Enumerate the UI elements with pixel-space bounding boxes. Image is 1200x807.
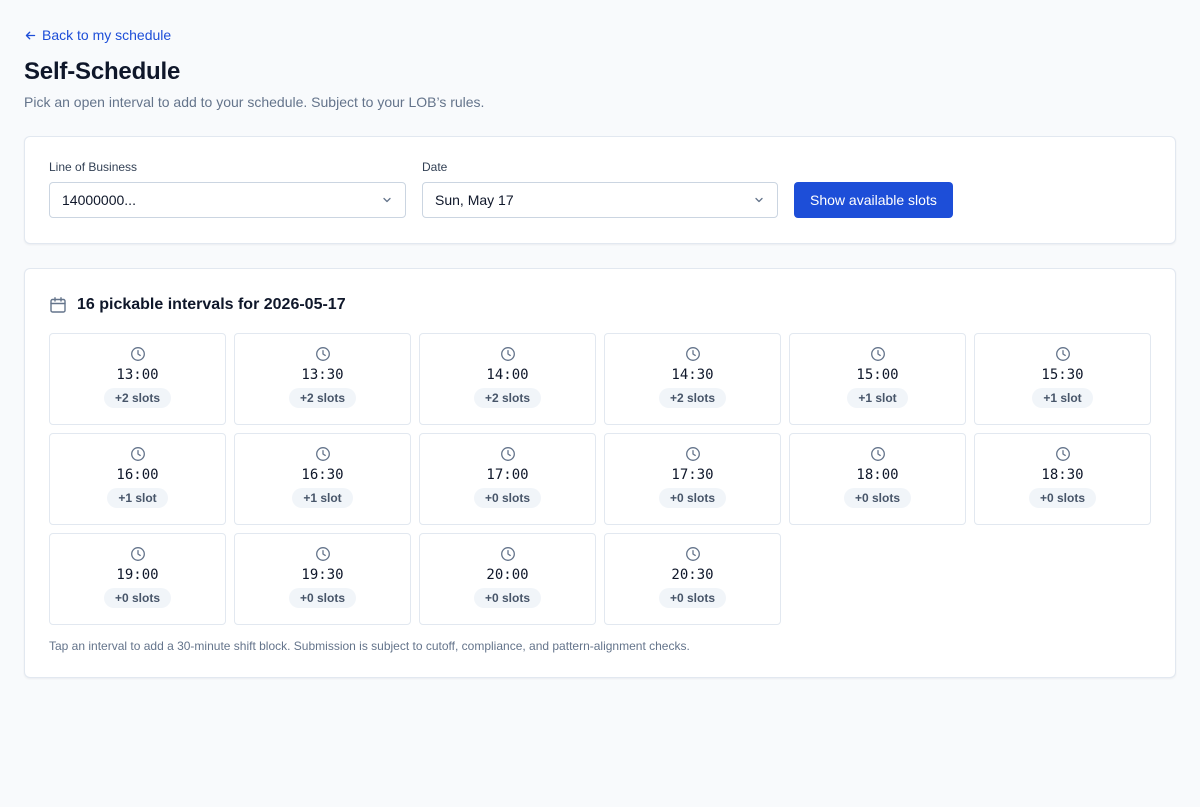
date-label: Date — [422, 159, 448, 174]
interval-grid: 13:00 +2 slots 13:30 +2 slots 14:00 +2 slots 1… — [49, 332, 1151, 625]
interval-time: 13:00 — [116, 366, 159, 383]
interval-slots-badge: +1 slot — [107, 487, 168, 508]
interval-tile[interactable]: 17:00 +0 slots — [419, 432, 596, 525]
back-to-schedule-link[interactable]: Back to my schedule — [24, 26, 171, 44]
clock-icon — [315, 446, 330, 461]
interval-slots-badge: +2 slots — [658, 387, 727, 408]
interval-tile[interactable]: 15:00 +1 slot — [789, 332, 966, 425]
interval-tile[interactable]: 13:30 +2 slots — [234, 332, 411, 425]
interval-time: 15:30 — [1041, 366, 1084, 383]
interval-time: 17:00 — [486, 466, 529, 483]
date-field: Date Sun, May 17 — [422, 160, 778, 218]
interval-time: 19:00 — [116, 566, 159, 583]
page-subtitle: Pick an open interval to add to your sch… — [24, 93, 485, 110]
interval-time: 16:30 — [301, 466, 344, 483]
show-available-slots-button[interactable]: Show available slots — [794, 181, 953, 218]
interval-slots-badge: +0 slots — [1028, 487, 1097, 508]
interval-slots-badge: +0 slots — [473, 587, 542, 608]
interval-tile[interactable]: 18:00 +0 slots — [789, 432, 966, 525]
clock-icon — [130, 346, 145, 361]
clock-icon — [500, 546, 515, 561]
interval-tile[interactable]: 20:30 +0 slots — [604, 532, 781, 625]
interval-slots-badge: +0 slots — [473, 487, 542, 508]
interval-tile[interactable]: 17:30 +0 slots — [604, 432, 781, 525]
clock-icon — [685, 346, 700, 361]
interval-time: 15:00 — [856, 366, 899, 383]
interval-slots-badge: +0 slots — [288, 587, 357, 608]
arrow-left-icon — [25, 31, 36, 39]
clock-icon — [1055, 446, 1070, 461]
back-link-label: Back to my schedule — [42, 27, 172, 43]
interval-tile[interactable]: 19:30 +0 slots — [234, 532, 411, 625]
page-title: Self-Schedule — [24, 57, 181, 85]
clock-icon — [685, 546, 700, 561]
interval-slots-badge: +2 slots — [473, 387, 542, 408]
interval-time: 20:30 — [671, 566, 714, 583]
results-footnote: Tap an interval to add a 30-minute shift… — [49, 638, 690, 653]
clock-icon — [500, 446, 515, 461]
interval-time: 20:00 — [486, 566, 529, 583]
results-header: 16 pickable intervals for 2026-05-17 — [49, 295, 1151, 315]
interval-slots-badge: +1 slot — [847, 387, 908, 408]
clock-icon — [130, 446, 145, 461]
chevron-down-icon — [383, 197, 391, 202]
interval-slots-badge: +1 slot — [292, 487, 353, 508]
interval-time: 19:30 — [301, 566, 344, 583]
interval-tile[interactable]: 19:00 +0 slots — [49, 532, 226, 625]
interval-tile[interactable]: 18:30 +0 slots — [974, 432, 1151, 525]
filter-card: Line of Business 14000000... Date Sun, M… — [24, 135, 1176, 244]
interval-time: 14:00 — [486, 366, 529, 383]
clock-icon — [315, 346, 330, 361]
calendar-icon — [50, 296, 66, 313]
interval-time: 18:00 — [856, 466, 899, 483]
date-select[interactable]: Sun, May 17 — [422, 181, 778, 218]
lob-field: Line of Business 14000000... — [49, 160, 406, 218]
interval-tile[interactable]: 20:00 +0 slots — [419, 532, 596, 625]
interval-slots-badge: +0 slots — [843, 487, 912, 508]
lob-label: Line of Business — [49, 159, 138, 174]
interval-slots-badge: +0 slots — [658, 587, 727, 608]
interval-time: 18:30 — [1041, 466, 1084, 483]
clock-icon — [130, 546, 145, 561]
date-select-value: Sun, May 17 — [435, 191, 514, 208]
interval-time: 16:00 — [116, 466, 159, 483]
interval-slots-badge: +2 slots — [103, 387, 172, 408]
interval-tile[interactable]: 13:00 +2 slots — [49, 332, 226, 425]
lob-select[interactable]: 14000000... — [49, 181, 406, 218]
interval-slots-badge: +1 slot — [1032, 387, 1093, 408]
clock-icon — [500, 346, 515, 361]
clock-icon — [1055, 346, 1070, 361]
interval-time: 17:30 — [671, 466, 714, 483]
results-card: 16 pickable intervals for 2026-05-17 13:… — [24, 267, 1176, 678]
interval-slots-badge: +2 slots — [288, 387, 357, 408]
interval-tile[interactable]: 14:00 +2 slots — [419, 332, 596, 425]
clock-icon — [315, 546, 330, 561]
results-title: 16 pickable intervals for 2026-05-17 — [77, 295, 346, 313]
chevron-down-icon — [755, 197, 763, 202]
interval-tile[interactable]: 15:30 +1 slot — [974, 332, 1151, 425]
clock-icon — [870, 446, 885, 461]
interval-slots-badge: +0 slots — [658, 487, 727, 508]
interval-time: 14:30 — [671, 366, 714, 383]
interval-tile[interactable]: 14:30 +2 slots — [604, 332, 781, 425]
clock-icon — [685, 446, 700, 461]
interval-tile[interactable]: 16:30 +1 slot — [234, 432, 411, 525]
interval-slots-badge: +0 slots — [103, 587, 172, 608]
clock-icon — [870, 346, 885, 361]
interval-time: 13:30 — [301, 366, 344, 383]
interval-tile[interactable]: 16:00 +1 slot — [49, 432, 226, 525]
self-schedule-page: Back to my schedule Self-Schedule Pick a… — [0, 0, 1200, 678]
lob-select-value: 14000000... — [62, 191, 136, 208]
